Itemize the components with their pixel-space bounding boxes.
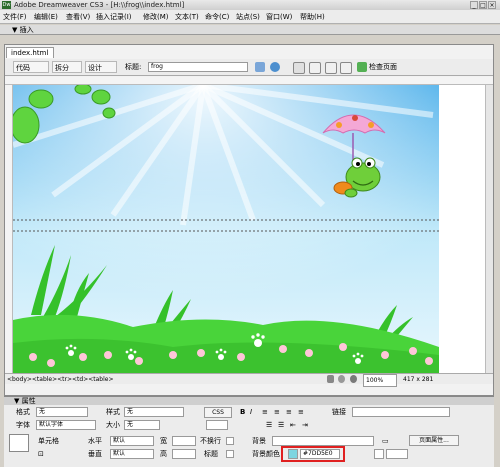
hand-tool-icon[interactable] xyxy=(338,375,345,383)
refresh-icon[interactable] xyxy=(293,62,305,74)
insert-bar-label: ▼ 插入 xyxy=(12,26,34,34)
maximize-icon[interactable]: □ xyxy=(479,1,487,9)
title-input[interactable]: frog xyxy=(148,62,248,72)
width-label: 宽 xyxy=(160,437,167,445)
vert-label: 垂直 xyxy=(88,450,102,458)
font-select[interactable]: 默认字体 xyxy=(36,420,96,430)
menu-file[interactable]: 文件(F) xyxy=(3,10,27,24)
align-left-icon[interactable]: ≡ xyxy=(262,407,268,417)
format-label: 格式 xyxy=(16,408,30,416)
split-view-label: 拆分 xyxy=(55,64,69,72)
horz-label: 水平 xyxy=(88,437,102,445)
header-label: 标题 xyxy=(204,450,218,458)
merge-cells-icon[interactable]: ⊡ xyxy=(38,449,44,459)
size-unit-select[interactable] xyxy=(206,420,228,430)
font-label: 字体 xyxy=(16,421,30,429)
outdent-icon[interactable]: ⇤ xyxy=(290,420,296,430)
format-select[interactable]: 无 xyxy=(36,407,88,417)
menu-bar: 文件(F) 编辑(E) 查看(V) 插入记录(I) 修改(M) 文本(T) 命令… xyxy=(0,10,500,24)
horz-select[interactable]: 默认 xyxy=(110,436,154,446)
check-page-label[interactable]: 检查页面 xyxy=(369,62,397,72)
canvas-empty-area[interactable] xyxy=(439,85,485,373)
window-size[interactable]: 417 x 281 xyxy=(403,374,433,385)
document-tab[interactable]: index.html * xyxy=(6,47,54,68)
zoom-select[interactable]: 100% xyxy=(363,374,397,387)
close-icon[interactable]: × xyxy=(488,1,496,9)
menu-insert[interactable]: 插入记录(I) xyxy=(96,10,132,24)
vertical-scrollbar[interactable] xyxy=(485,85,493,373)
menu-window[interactable]: 窗口(W) xyxy=(266,10,292,24)
height-input[interactable] xyxy=(172,449,196,459)
justify-icon[interactable]: ≡ xyxy=(298,407,304,417)
app-logo-icon: Dw xyxy=(2,1,11,9)
design-view-button[interactable]: 设计 xyxy=(85,61,117,73)
properties-header[interactable]: ▼ 属性 xyxy=(4,396,494,405)
page-properties-button[interactable]: 页面属性... xyxy=(409,435,459,446)
design-canvas[interactable] xyxy=(13,85,439,373)
minimize-icon[interactable]: _ xyxy=(470,1,478,9)
css-button[interactable]: CSS xyxy=(204,407,232,418)
validate-icon[interactable] xyxy=(340,62,352,74)
code-view-button[interactable]: 代码 xyxy=(13,61,49,73)
align-center-icon[interactable]: ≡ xyxy=(274,407,280,417)
insert-bar[interactable]: ▼ 插入 xyxy=(0,25,500,35)
link-label: 链接 xyxy=(332,408,346,416)
menu-commands[interactable]: 命令(C) xyxy=(205,10,229,24)
vert-select[interactable]: 默认 xyxy=(110,449,154,459)
style-select[interactable]: 无 xyxy=(124,407,184,417)
border-color-input[interactable] xyxy=(386,449,408,459)
title-bar: Dw Adobe Dreamweaver CS3 - [H:\\frog\\in… xyxy=(0,0,500,10)
design-view-label: 设计 xyxy=(88,64,102,72)
preview-browser-icon[interactable] xyxy=(270,62,280,72)
zoom-tool-icon[interactable] xyxy=(350,375,357,383)
bold-icon[interactable]: B xyxy=(240,407,245,417)
select-tool-icon[interactable] xyxy=(327,375,334,383)
ordered-list-icon[interactable]: ☰ xyxy=(278,420,284,430)
bgcolor-highlight-box xyxy=(281,446,345,462)
italic-icon[interactable]: I xyxy=(250,407,252,417)
view-options-icon[interactable] xyxy=(309,62,321,74)
title-label: 标题: xyxy=(125,63,142,71)
window-title: Adobe Dreamweaver CS3 - [H:\\frog\\index… xyxy=(14,1,185,9)
ruler-top xyxy=(5,77,493,85)
bgcolor-label: 背景颜色 xyxy=(252,450,280,458)
document-toolbar: 代码 拆分 设计 标题: frog 检查页面 xyxy=(5,59,493,76)
link-input[interactable] xyxy=(352,407,450,417)
properties-panel: 格式 无 样式 无 CSS B I ≡ ≡ ≡ ≡ 链接 字体 默认字体 大小 … xyxy=(4,405,494,467)
check-page-icon[interactable] xyxy=(357,62,367,72)
cell-table-icon xyxy=(9,434,29,452)
menu-view[interactable]: 查看(V) xyxy=(66,10,90,24)
split-view-button[interactable]: 拆分 xyxy=(52,61,82,73)
menu-modify[interactable]: 修改(M) xyxy=(143,10,169,24)
indent-icon[interactable]: ⇥ xyxy=(302,420,308,430)
code-view-label: 代码 xyxy=(16,64,30,72)
align-right-icon[interactable]: ≡ xyxy=(286,407,292,417)
nowrap-checkbox[interactable] xyxy=(226,437,234,445)
size-label: 大小 xyxy=(106,421,120,429)
width-input[interactable] xyxy=(172,436,196,446)
nowrap-label: 不换行 xyxy=(200,437,221,445)
height-label: 高 xyxy=(160,450,167,458)
border-color-swatch[interactable] xyxy=(374,449,384,459)
menu-site[interactable]: 站点(S) xyxy=(236,10,260,24)
background-input[interactable] xyxy=(272,436,374,446)
status-bar: <body><table><tr><td><table> 100% 417 x … xyxy=(5,373,493,387)
menu-edit[interactable]: 编辑(E) xyxy=(34,10,58,24)
file-management-icon[interactable] xyxy=(255,62,265,72)
unordered-list-icon[interactable]: ☰ xyxy=(266,420,272,430)
style-label: 样式 xyxy=(106,408,120,416)
size-select[interactable]: 无 xyxy=(124,420,160,430)
ruler-left xyxy=(5,85,13,373)
tag-selector[interactable]: <body><table><tr><td><table> xyxy=(7,374,114,385)
cell-label: 单元格 xyxy=(38,437,59,445)
page-background-image xyxy=(13,85,439,373)
menu-text[interactable]: 文本(T) xyxy=(175,10,199,24)
folder-icon[interactable]: ▭ xyxy=(382,436,389,446)
menu-help[interactable]: 帮助(H) xyxy=(300,10,325,24)
header-checkbox[interactable] xyxy=(226,450,234,458)
background-label: 背景 xyxy=(252,437,266,445)
visual-aids-icon[interactable] xyxy=(325,62,337,74)
